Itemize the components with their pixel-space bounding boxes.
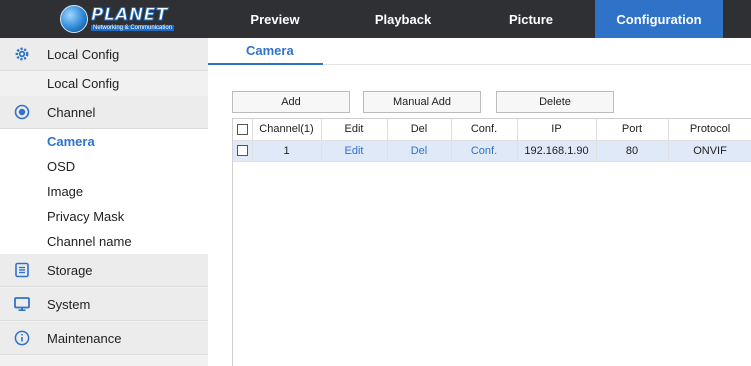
add-button[interactable]: Add [232, 91, 350, 113]
del-link[interactable]: Del [387, 140, 452, 162]
sidebar-item-local-config[interactable]: Local Config [0, 71, 208, 96]
column-header-ip: IP [517, 119, 597, 141]
monitor-icon [14, 296, 30, 312]
cell-ip: 192.168.1.90 [517, 140, 597, 162]
main-content: Camera Add Manual Add Delete Channel(1) … [208, 38, 751, 366]
table-row[interactable]: 1 Edit Del Conf. 192.168.1.90 80 ONVIF [233, 140, 751, 162]
sidebar-section-label: Storage [47, 262, 93, 278]
gear-icon [14, 46, 30, 62]
conf-link[interactable]: Conf. [451, 140, 518, 162]
logo-brand-text: PLANET [90, 5, 168, 25]
sidebar-item-label: Local Config [47, 76, 120, 91]
column-header-port: Port [596, 119, 669, 141]
tab-camera[interactable]: Camera [208, 38, 323, 65]
sidebar-section-label: Channel [47, 104, 96, 120]
sidebar: Local Config Local Config Channel Camera… [0, 38, 208, 366]
column-header-channel: Channel(1) [252, 119, 322, 141]
nav-tab-preview[interactable]: Preview [211, 0, 339, 38]
cell-port: 80 [596, 140, 669, 162]
edit-link[interactable]: Edit [321, 140, 388, 162]
app-root: PLANET Networking & Communication Previe… [0, 0, 751, 366]
info-icon [14, 330, 30, 346]
delete-button[interactable]: Delete [496, 91, 614, 113]
nav-tab-playback[interactable]: Playback [339, 0, 467, 38]
nav-edge [723, 0, 751, 38]
select-all-checkbox[interactable] [233, 119, 253, 141]
cell-channel: 1 [252, 140, 322, 162]
storage-icon [14, 262, 30, 278]
checkbox-box[interactable] [236, 123, 248, 135]
column-header-edit: Edit [321, 119, 388, 141]
sidebar-section-label: Local Config [47, 46, 120, 62]
sidebar-section-label: System [47, 296, 91, 312]
sidebar-item-channel-name[interactable]: Channel name [0, 229, 208, 254]
sidebar-item-label: Privacy Mask [47, 209, 125, 224]
sidebar-item-camera[interactable]: Camera [0, 129, 208, 154]
logo-tagline: Networking & Communication [91, 25, 175, 31]
column-header-conf: Conf. [451, 119, 518, 141]
camera-lens-icon [14, 104, 30, 120]
column-header-protocol: Protocol [668, 119, 751, 141]
globe-icon [60, 5, 88, 33]
sidebar-section-storage[interactable]: Storage [0, 254, 208, 287]
sidebar-item-privacy-mask[interactable]: Privacy Mask [0, 204, 208, 229]
checkbox-box[interactable] [236, 145, 248, 157]
row-checkbox[interactable] [233, 140, 253, 162]
sidebar-item-label: OSD [47, 159, 76, 174]
cell-protocol: ONVIF [668, 140, 751, 162]
top-nav-bar: PLANET Networking & Communication Previe… [0, 0, 751, 38]
tab-divider [323, 64, 751, 65]
sidebar-section-system[interactable]: System [0, 288, 208, 321]
sidebar-section-channel[interactable]: Channel [0, 96, 208, 129]
sidebar-item-label: Image [47, 184, 84, 199]
nav-tab-picture[interactable]: Picture [467, 0, 595, 38]
sidebar-section-maintenance[interactable]: Maintenance [0, 322, 208, 355]
sidebar-item-label: Camera [47, 134, 95, 149]
table-header-row: Channel(1) Edit Del Conf. IP Port Protoc… [233, 119, 751, 141]
manual-add-button[interactable]: Manual Add [363, 91, 481, 113]
nav-tab-configuration[interactable]: Configuration [595, 0, 723, 38]
camera-table: Channel(1) Edit Del Conf. IP Port Protoc… [232, 118, 751, 366]
sidebar-section-local-config[interactable]: Local Config [0, 38, 208, 71]
sidebar-section-label: Maintenance [47, 330, 122, 346]
planet-logo: PLANET Networking & Communication [60, 4, 175, 34]
sidebar-item-image[interactable]: Image [0, 179, 208, 204]
sidebar-item-osd[interactable]: OSD [0, 154, 208, 179]
column-header-del: Del [387, 119, 452, 141]
sidebar-item-label: Channel name [47, 234, 132, 249]
